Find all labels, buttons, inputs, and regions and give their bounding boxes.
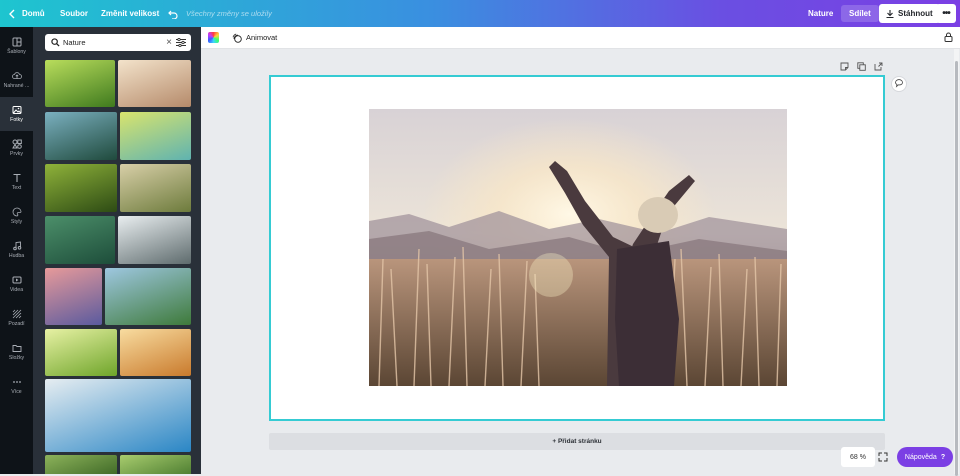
photo-thumbnail[interactable] [45, 60, 115, 107]
sidebar-item-templates[interactable]: Šablony [0, 29, 33, 63]
download-icon [886, 9, 894, 18]
background-icon [12, 309, 21, 319]
share-button[interactable]: Sdílet [841, 5, 879, 22]
sidebar-item-label: Nahrané ... [3, 83, 30, 89]
editor-toolbar: Animovat [201, 27, 960, 49]
elements-icon [11, 139, 22, 149]
sidebar-item-label: Fotky [10, 117, 23, 123]
save-status: Všechny změny se uložily [186, 9, 272, 18]
sidebar-item-backgrounds[interactable]: Pozadí [0, 301, 33, 335]
sidebar-item-label: Složky [8, 355, 25, 361]
sidebar-item-uploads[interactable]: Nahrané ... [0, 63, 33, 97]
photo-thumbnail[interactable] [120, 112, 191, 160]
zoom-level[interactable]: 68 % [841, 447, 875, 467]
photo-thumbnail[interactable] [45, 455, 117, 474]
sidebar-item-text[interactable]: Text [0, 165, 33, 199]
scrollbar-thumb[interactable] [955, 61, 958, 476]
add-page-icon[interactable] [874, 62, 883, 71]
undo-icon[interactable] [168, 0, 178, 27]
photo-thumbnail[interactable] [120, 329, 191, 376]
resize-button[interactable]: Změnit velikost [101, 0, 159, 27]
top-bar: Domů Soubor Změnit velikost Všechny změn… [0, 0, 960, 27]
hero-photo[interactable] [369, 109, 787, 386]
search-icon [51, 38, 60, 47]
download-label: Stáhnout [898, 9, 933, 18]
fullscreen-icon[interactable] [878, 452, 888, 462]
sidebar-item-label: Prvky [10, 151, 23, 157]
comment-icon[interactable] [891, 76, 907, 92]
sidebar-item-label: Text [11, 185, 22, 191]
clear-search-icon[interactable]: × [166, 37, 172, 48]
sidebar-item-label: Více [11, 389, 22, 395]
photo-thumbnail[interactable] [45, 216, 115, 264]
sidebar-item-label: Videa [9, 287, 24, 293]
more-dots-icon [12, 381, 21, 383]
music-icon [12, 241, 21, 251]
search-input[interactable] [63, 38, 159, 47]
text-icon [13, 173, 20, 182]
photo-thumbnail[interactable] [120, 455, 191, 474]
duplicate-page-icon[interactable] [857, 62, 866, 71]
sidebar-item-music[interactable]: Hudba [0, 233, 33, 267]
photo-thumbnail[interactable] [118, 60, 191, 107]
photos-panel: × [33, 27, 201, 474]
help-label: Nápověda [904, 453, 937, 461]
templates-icon [12, 37, 21, 47]
sidebar-item-styles[interactable]: Styly [0, 199, 33, 233]
photo-thumbnail[interactable] [45, 329, 117, 376]
side-icon-bar: Šablony Nahrané ... Fotky Prvky Text Sty… [0, 27, 33, 474]
animate-icon [232, 33, 242, 43]
palette-icon [12, 207, 21, 217]
sidebar-item-elements[interactable]: Prvky [0, 131, 33, 165]
video-icon [12, 276, 21, 284]
photo-thumbnail[interactable] [45, 164, 117, 212]
photo-thumbnail[interactable] [120, 164, 191, 212]
add-page-button[interactable]: + Přidat stránku [269, 433, 885, 450]
question-icon: ? [940, 453, 946, 461]
color-picker-icon[interactable] [208, 32, 219, 43]
sidebar-item-photos[interactable]: Fotky [0, 97, 33, 131]
photo-thumbnail[interactable] [105, 268, 191, 325]
upload-cloud-icon [11, 72, 22, 79]
animate-label: Animovat [246, 33, 278, 42]
photo-thumbnail[interactable] [118, 216, 191, 264]
file-menu-button[interactable]: Soubor [60, 0, 88, 27]
canvas-scrollbar[interactable] [954, 49, 959, 476]
download-button[interactable]: Stáhnout [879, 4, 940, 23]
photo-thumbnail[interactable] [45, 379, 191, 452]
sidebar-item-videos[interactable]: Videa [0, 267, 33, 301]
help-button[interactable]: Nápověda ? [897, 447, 953, 467]
design-name[interactable]: Nature [808, 0, 833, 27]
folder-icon [12, 345, 21, 352]
photo-icon [12, 106, 21, 114]
animate-button[interactable]: Animovat [232, 27, 277, 48]
page-note-icon[interactable] [840, 62, 849, 71]
sidebar-item-folders[interactable]: Složky [0, 335, 33, 369]
sidebar-item-label: Šablony [7, 49, 26, 55]
sidebar-item-label: Hudba [8, 253, 25, 259]
photo-thumbnail[interactable] [45, 268, 102, 325]
design-page[interactable] [269, 75, 885, 421]
sidebar-item-label: Styly [10, 219, 23, 225]
photo-thumbnail[interactable] [45, 112, 117, 160]
more-options-button[interactable]: ••• [936, 4, 956, 23]
sidebar-item-more[interactable]: Více [0, 369, 33, 403]
sidebar-item-label: Pozadí [8, 321, 25, 327]
search-bar: × [45, 34, 191, 51]
lock-icon[interactable] [944, 32, 953, 42]
home-button[interactable]: Domů [22, 0, 45, 27]
back-icon[interactable] [8, 0, 16, 27]
filter-icon[interactable] [176, 38, 186, 47]
